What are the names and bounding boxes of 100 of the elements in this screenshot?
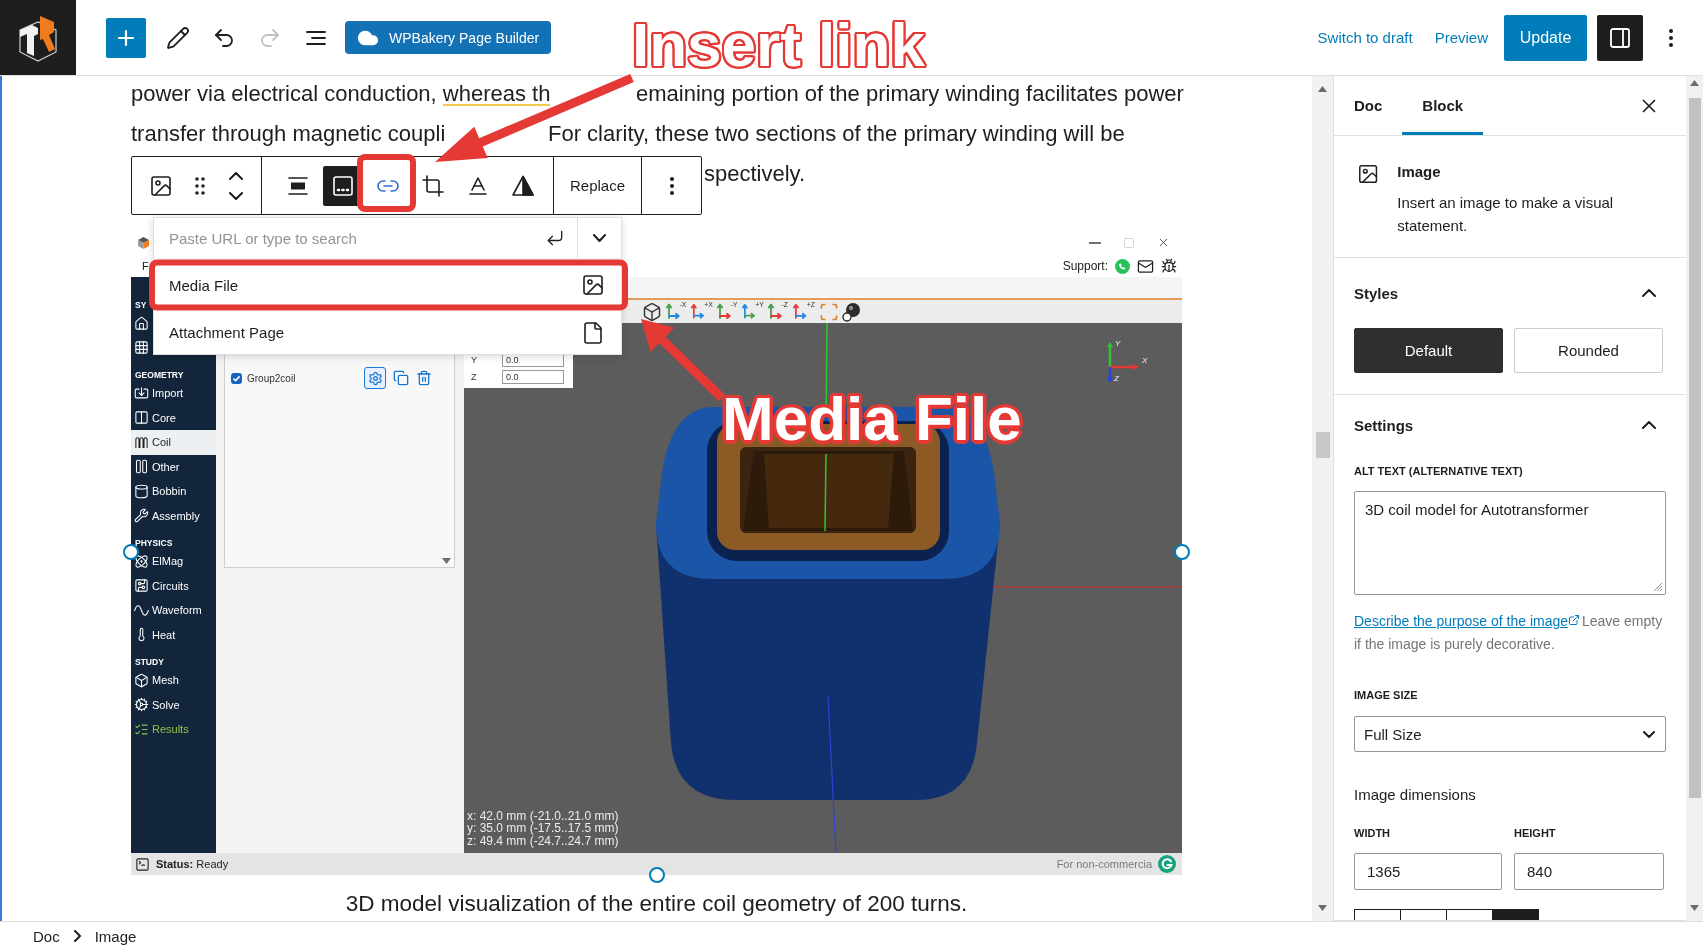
nav-item[interactable]: Mesh <box>131 668 216 693</box>
preview-link[interactable]: Preview <box>1428 19 1494 56</box>
resize-handle[interactable] <box>649 867 665 883</box>
page-builder-button[interactable]: WPBakery Page Builder <box>345 21 552 54</box>
resize-handle[interactable] <box>1174 544 1190 560</box>
terminal-icon <box>135 856 150 872</box>
coordinate-field[interactable]: 0.0 <box>502 370 564 384</box>
nav-item[interactable]: Solve <box>131 692 216 717</box>
breadcrumb-link[interactable]: Image <box>94 927 137 945</box>
dimension-readout: y: 35.0 mm (-17.5..17.5 mm) <box>467 822 619 835</box>
preset-button[interactable] <box>1354 909 1401 920</box>
chevron-down-icon <box>1643 730 1655 738</box>
scrollbar-thumb[interactable] <box>1315 432 1330 458</box>
nav-section-title: GEOMETRY <box>134 369 185 381</box>
resize-handle[interactable] <box>123 544 139 560</box>
app-logo-icon <box>137 236 150 249</box>
field-label: ALT TEXT (ALTERNATIVE TEXT) <box>1354 464 1524 479</box>
nav-item[interactable]: ElMag <box>131 549 216 574</box>
chevron-up-icon <box>1642 289 1656 297</box>
status-badge-icon[interactable] <box>1158 855 1176 873</box>
logo-icon[interactable] <box>0 0 76 75</box>
breadcrumb-link[interactable]: Doc <box>33 927 60 945</box>
dimension-field[interactable]: 840 <box>1514 853 1664 890</box>
scroll-down-arrow-icon[interactable] <box>442 558 451 564</box>
image-icon <box>149 173 173 198</box>
nav-item[interactable]: Circuits <box>131 573 216 598</box>
help-link[interactable]: Describe the purpose of the image <box>1354 613 1580 629</box>
scroll-up-arrow-icon[interactable] <box>1318 86 1327 92</box>
sphere-icon[interactable] <box>842 301 862 322</box>
close-icon[interactable] <box>1157 236 1170 249</box>
scroll-down-arrow-icon[interactable] <box>1690 905 1699 911</box>
bug-icon[interactable] <box>1161 258 1177 274</box>
home-icon[interactable] <box>134 315 149 331</box>
update-button[interactable]: Update <box>1504 14 1587 61</box>
dimension-field[interactable]: 1365 <box>1354 853 1502 890</box>
nav-item[interactable]: Assembly <box>131 503 216 528</box>
scroll-down-arrow-icon[interactable] <box>1318 905 1327 911</box>
cylinder-icon <box>134 483 149 499</box>
scroll-up-arrow-icon[interactable] <box>1690 80 1699 86</box>
checkbox[interactable] <box>231 372 242 384</box>
settings-toggle-button[interactable] <box>1597 14 1643 61</box>
paragraph-text: spectively. <box>704 161 806 186</box>
coil-spring-icon <box>134 434 149 450</box>
nav-section-title: PHYSICS <box>134 537 174 549</box>
atom-icon <box>134 553 149 569</box>
style-option[interactable]: Rounded <box>1514 328 1663 373</box>
nav-item[interactable]: Waveform <box>131 598 216 623</box>
crop-icon <box>421 173 445 198</box>
sidebar-tab[interactable]: Doc <box>1334 76 1403 135</box>
dimension-readout: z: 49.4 mm (-24.7..24.7 mm) <box>467 834 619 847</box>
settings-button[interactable] <box>364 367 386 389</box>
mail-icon[interactable] <box>1137 257 1154 275</box>
highlight-frame <box>357 154 416 212</box>
nav-item[interactable]: Heat <box>131 622 216 647</box>
panel-title: Settings <box>1354 416 1414 434</box>
scrollbar-thumb[interactable] <box>1688 98 1701 798</box>
axis-label: Y <box>1115 339 1121 348</box>
submit-button[interactable] <box>545 228 565 248</box>
nav-section-title: STUDY <box>134 656 165 668</box>
annotation-text: Insert link <box>632 14 925 76</box>
style-option[interactable]: Default <box>1354 328 1503 373</box>
trash-icon[interactable] <box>416 370 432 386</box>
enter-icon <box>545 228 565 248</box>
chevron-up-icon <box>1642 421 1656 429</box>
link-option[interactable]: Attachment Page <box>158 311 617 354</box>
alt-text-field[interactable]: 3D coil model for Autotransformer <box>1354 491 1666 595</box>
image-icon <box>581 273 605 297</box>
annotation-text: Media File <box>722 388 1022 450</box>
replace-button[interactable]: Replace <box>554 157 641 214</box>
nav-item[interactable]: Results <box>131 717 216 742</box>
paragraph-text: power via electrical conduction, whereas th <box>131 81 551 106</box>
cube-icon[interactable] <box>642 301 662 322</box>
link-option[interactable]: Media File <box>158 266 617 304</box>
sidebar-tab[interactable]: Block <box>1402 76 1484 135</box>
settings-icon <box>367 370 383 386</box>
nav-item[interactable]: Bobbin <box>131 479 216 504</box>
nav-item[interactable]: Other <box>131 454 216 479</box>
field-label: Y <box>471 355 478 365</box>
nav-item[interactable]: Coil <box>131 430 216 455</box>
wrench-icon <box>134 508 149 524</box>
dimension-readout: x: 42.0 mm (-21.0..21.0 mm) <box>467 809 619 822</box>
paragraph-text: emaining portion of the primary winding facilitates power <box>636 81 1184 106</box>
switch-to-draft-link[interactable]: Switch to draft <box>1311 19 1419 56</box>
nav-item[interactable]: Core <box>131 405 216 430</box>
nav-section-title: SY <box>134 299 148 311</box>
dimensions-title: Image dimensions <box>1354 785 1477 805</box>
block-title: Image <box>1397 162 1442 182</box>
panel-title: Styles <box>1354 284 1399 302</box>
grid-icon[interactable] <box>134 340 149 356</box>
minimize-icon[interactable] <box>1089 241 1101 244</box>
image-size-select[interactable]: Full Size <box>1354 716 1666 752</box>
paragraph-text: transfer through magnetic coupli <box>131 121 446 146</box>
paragraph-text: For clarity, these two sections of the primary winding will be <box>548 121 1125 146</box>
chevron-down-icon <box>593 234 606 242</box>
copy-icon[interactable] <box>393 370 409 386</box>
inserter-button[interactable] <box>106 17 146 58</box>
menu-item[interactable]: F <box>142 260 149 272</box>
nav-item[interactable]: Import <box>131 381 216 406</box>
external-link-icon <box>1568 614 1580 626</box>
chevron-up-icon <box>229 171 243 180</box>
